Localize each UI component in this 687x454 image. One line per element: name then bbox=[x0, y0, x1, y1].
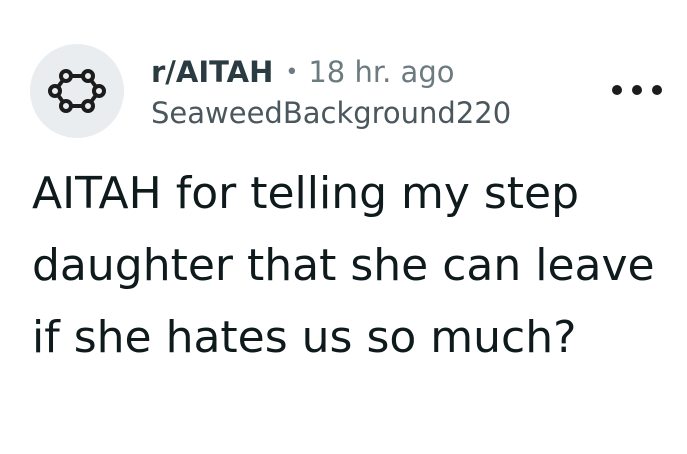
subreddit-link[interactable]: r/AITAH bbox=[151, 55, 273, 89]
subreddit-ring-icon bbox=[48, 69, 106, 113]
more-options-icon-dot bbox=[632, 85, 642, 95]
post-meta: r/AITAH • 18 hr. ago SeaweedBackground22… bbox=[151, 52, 571, 136]
post-title[interactable]: AITAH for telling my step daughter that … bbox=[32, 158, 662, 374]
more-options-button[interactable] bbox=[612, 76, 662, 104]
post-timestamp: 18 hr. ago bbox=[308, 55, 455, 89]
post-header: r/AITAH • 18 hr. ago SeaweedBackground22… bbox=[30, 44, 662, 140]
subreddit-avatar[interactable] bbox=[30, 44, 124, 138]
meta-separator: • bbox=[285, 59, 299, 85]
post-card: r/AITAH • 18 hr. ago SeaweedBackground22… bbox=[0, 0, 687, 454]
author-link[interactable]: SeaweedBackground220 bbox=[151, 96, 541, 136]
more-options-icon-dot bbox=[652, 85, 662, 95]
meta-line: r/AITAH • 18 hr. ago bbox=[151, 52, 571, 92]
more-options-icon bbox=[612, 85, 622, 95]
